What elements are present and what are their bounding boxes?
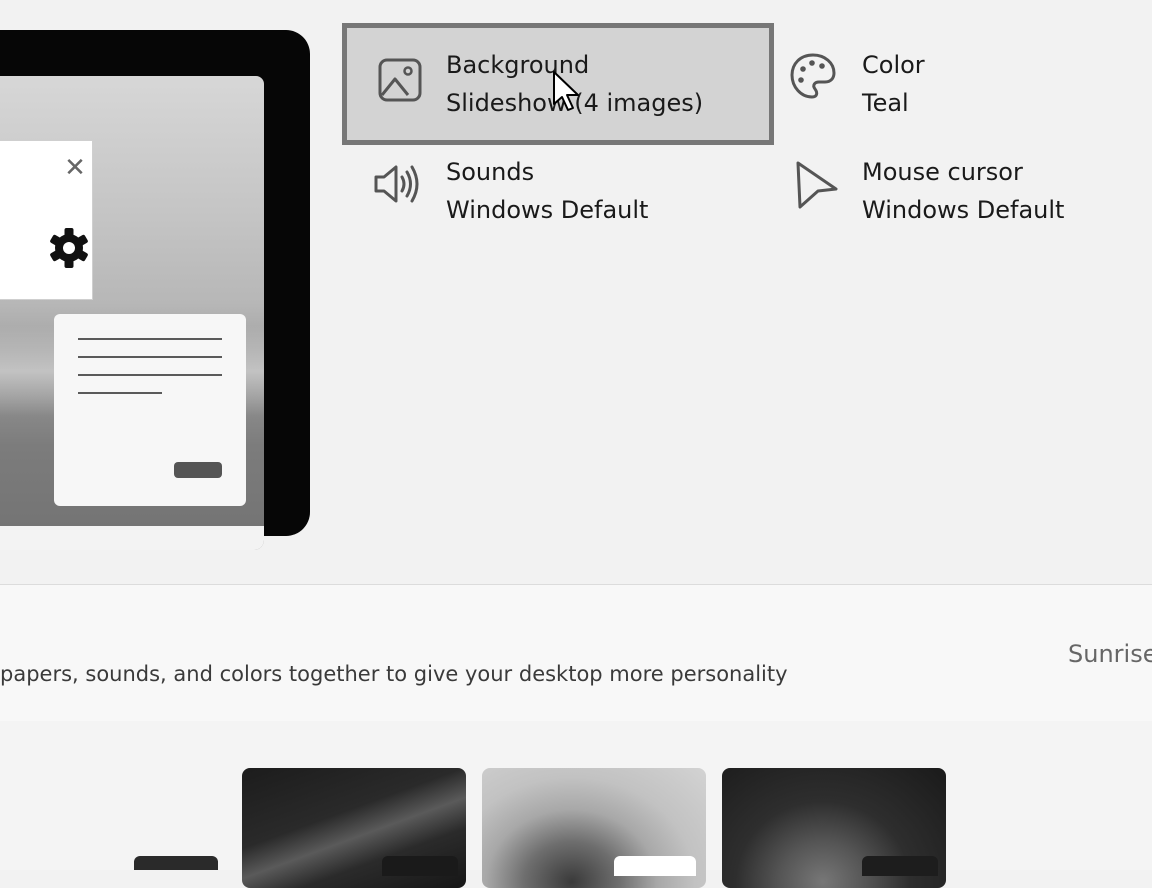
cursor-arrow-icon <box>796 161 838 209</box>
preview-text-line <box>78 356 222 358</box>
mouse-cursor-tile-value: Windows Default <box>862 196 1065 224</box>
preview-text-line <box>78 374 222 376</box>
section-divider <box>0 584 1152 585</box>
theme-preview-screen: ✕ <box>0 76 264 550</box>
themes-section <box>0 585 1152 721</box>
mouse-cursor-tile[interactable]: Mouse cursor Windows Default <box>774 145 1152 267</box>
preview-taskbar <box>0 526 264 550</box>
mouse-pointer-icon <box>553 71 579 111</box>
theme-thumbnail[interactable] <box>722 768 946 888</box>
close-icon: ✕ <box>64 153 86 183</box>
themes-description: papers, sounds, and colors together to g… <box>0 662 788 686</box>
theme-thumbnail[interactable] <box>482 768 706 888</box>
color-tile[interactable]: Color Teal <box>774 23 1152 145</box>
thumbnail-taskbar <box>382 856 458 876</box>
thumbnail-taskbar <box>862 856 938 876</box>
theme-preview-monitor: ✕ <box>0 30 310 550</box>
theme-thumbnail[interactable] <box>242 768 466 888</box>
preview-dialog <box>54 314 246 506</box>
mouse-cursor-tile-title: Mouse cursor <box>862 158 1023 186</box>
color-tile-value: Teal <box>862 89 909 117</box>
gear-icon <box>50 228 88 268</box>
current-theme-label: Sunrise <box>1068 640 1152 668</box>
preview-button <box>174 462 222 478</box>
palette-icon <box>790 53 836 99</box>
preview-text-line <box>78 338 222 340</box>
sounds-tile-title: Sounds <box>446 158 535 186</box>
sounds-tile[interactable]: Sounds Windows Default <box>342 145 774 267</box>
color-tile-title: Color <box>862 51 925 79</box>
preview-text-line <box>78 392 162 394</box>
theme-thumbnail-partial[interactable] <box>134 856 218 870</box>
preview-window: ✕ <box>0 140 93 300</box>
sounds-tile-value: Windows Default <box>446 196 649 224</box>
thumbnail-taskbar <box>614 856 696 876</box>
picture-icon <box>378 58 422 102</box>
speaker-icon <box>374 165 419 203</box>
